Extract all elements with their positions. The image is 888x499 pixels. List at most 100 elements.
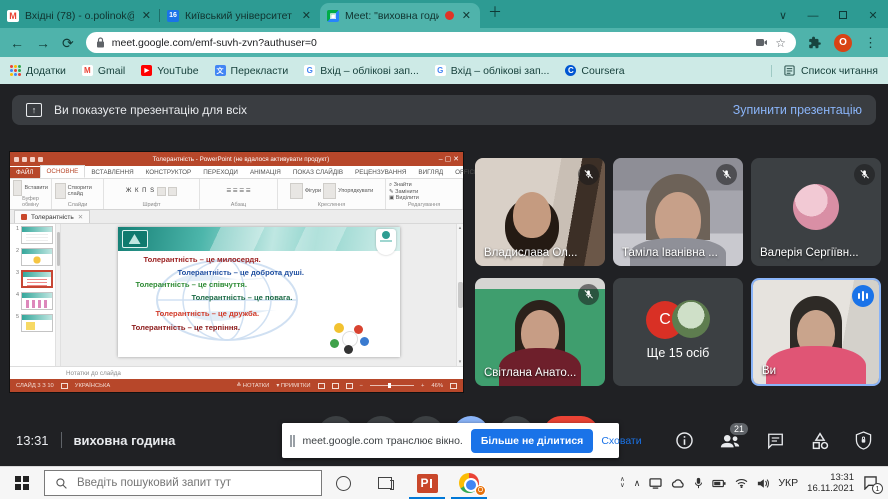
spellcheck-icon[interactable]: [61, 383, 68, 389]
bookmark-star-icon[interactable]: ☆: [775, 36, 786, 50]
microphone-icon[interactable]: [694, 477, 703, 489]
task-view-button[interactable]: [364, 467, 406, 499]
camera-in-use-icon[interactable]: [756, 38, 768, 47]
slide-thumbnail[interactable]: [21, 314, 53, 332]
participant-tile[interactable]: Таміла Іванівна ...: [613, 158, 743, 266]
browser-menu-icon[interactable]: ⋮: [864, 35, 878, 51]
ppt-tab-slideshow[interactable]: ПОКАЗ СЛАЙДІВ: [287, 167, 349, 178]
paste-label[interactable]: Вставити: [24, 185, 48, 191]
ppt-tab-design[interactable]: КОНСТРУКТОР: [140, 167, 198, 178]
reload-button[interactable]: ⟳: [62, 36, 74, 50]
select-button[interactable]: ▣ Виділити: [389, 195, 419, 201]
comments-toggle[interactable]: ▾ ПРИМІТКИ: [276, 383, 310, 389]
thumbnail-row[interactable]: 3: [12, 270, 53, 288]
align-icons[interactable]: ☰ ☰ ☰ ☰: [226, 188, 250, 194]
ppt-tab-insert[interactable]: ВСТАВЛЕННЯ: [85, 167, 139, 178]
tray-expand-icon[interactable]: ∧: [634, 478, 641, 489]
shapes-icon[interactable]: [290, 183, 303, 199]
new-slide-icon[interactable]: [55, 183, 66, 199]
sorter-view-icon[interactable]: [332, 383, 339, 389]
extensions-puzzle-icon[interactable]: [808, 36, 822, 50]
taskbar-chrome[interactable]: O: [448, 467, 490, 499]
tray-scroll-arrows[interactable]: ∧∨: [620, 477, 625, 490]
scroll-down-icon[interactable]: ▾: [459, 359, 462, 365]
tray-clock[interactable]: 13:31 16.11.2021: [807, 472, 854, 495]
paste-icon[interactable]: [13, 180, 22, 196]
ppt-tab-review[interactable]: РЕЦЕНЗУВАННЯ: [349, 167, 412, 178]
slide-thumbnail-selected[interactable]: [21, 270, 53, 288]
window-maximize-button[interactable]: [828, 10, 858, 22]
battery-icon[interactable]: [712, 479, 726, 488]
cast-icon[interactable]: [649, 478, 662, 489]
cortana-button[interactable]: [322, 467, 364, 499]
document-tab[interactable]: Толерантність✕: [14, 210, 90, 223]
font-color-icon[interactable]: [157, 187, 166, 196]
bookmark-youtube[interactable]: ▶YouTube: [141, 65, 198, 77]
wifi-icon[interactable]: [735, 478, 748, 488]
fit-slide-icon[interactable]: [450, 383, 457, 389]
activities-button[interactable]: [810, 432, 830, 450]
meeting-details-button[interactable]: [675, 431, 694, 450]
address-bar[interactable]: meet.google.com/emf-suvh-zvn?authuser=0 …: [86, 32, 796, 53]
find-button[interactable]: ⌕ Знайти: [389, 182, 412, 189]
current-slide[interactable]: Толерантність – це милосердя. Толерантні…: [118, 227, 400, 357]
tab-university-calendar[interactable]: 16 Київський університет імені Бор ✕: [160, 3, 320, 28]
back-button[interactable]: ←: [10, 36, 24, 50]
language-indicator[interactable]: УКРАЇНСЬКА: [75, 383, 110, 389]
action-center-button[interactable]: 1: [863, 476, 878, 490]
window-chevron-icon[interactable]: ∨: [768, 9, 798, 22]
thumbnail-row[interactable]: 4: [12, 292, 53, 310]
arrange-label[interactable]: Упорядкувати: [338, 188, 373, 194]
reading-list-button[interactable]: Список читання: [771, 65, 878, 77]
document-tab-close-icon[interactable]: ✕: [78, 213, 83, 221]
ppt-tab-file[interactable]: ФАЙЛ: [10, 167, 40, 178]
search-input[interactable]: [77, 477, 277, 489]
profile-avatar[interactable]: O: [834, 34, 852, 52]
self-tile[interactable]: Ви: [751, 278, 881, 386]
chat-button[interactable]: [766, 432, 785, 450]
slide-thumbnail[interactable]: [21, 248, 53, 266]
more-participants-tile[interactable]: С Ще 15 осіб: [613, 278, 743, 386]
normal-view-icon[interactable]: [318, 383, 325, 389]
slide-thumbnail-panel[interactable]: 1 2 3 4 5: [10, 224, 56, 366]
taskbar-powerpoint[interactable]: P: [406, 467, 448, 499]
tab-close-icon[interactable]: ✕: [460, 9, 473, 22]
language-indicator[interactable]: УКР: [778, 477, 798, 489]
drag-handle-icon[interactable]: [290, 435, 295, 447]
thumbnail-row[interactable]: 2: [12, 248, 53, 266]
slide-thumbnail[interactable]: [21, 226, 53, 244]
notes-toggle[interactable]: ≜ НОТАТКИ: [236, 383, 269, 389]
font-size-icon[interactable]: [168, 187, 177, 196]
bookmark-apps[interactable]: Додатки: [10, 65, 66, 77]
onedrive-cloud-icon[interactable]: [671, 479, 685, 488]
forward-button[interactable]: →: [36, 36, 50, 50]
thumbnail-row[interactable]: 1: [12, 226, 53, 244]
ppt-tab-view[interactable]: ВИГЛЯД: [412, 167, 449, 178]
ppt-quick-access-toolbar[interactable]: [14, 157, 43, 162]
bookmark-coursera[interactable]: CCoursera: [565, 65, 624, 77]
participant-tile[interactable]: Владислава Ол...: [475, 158, 605, 266]
arrange-icon[interactable]: [323, 183, 336, 199]
ppt-tab-home[interactable]: ОСНОВНЕ: [40, 165, 86, 178]
slide-vertical-scrollbar[interactable]: ▴▾: [456, 224, 463, 366]
zoom-in-icon[interactable]: +: [421, 383, 424, 389]
thumbnail-row[interactable]: 5: [12, 314, 53, 332]
participant-tile[interactable]: Світлана Анато...: [475, 278, 605, 386]
ppt-notes-pane[interactable]: Нотатки до слайда: [10, 366, 463, 379]
hide-notification-button[interactable]: Сховати: [601, 435, 641, 447]
stop-sharing-button[interactable]: Більше не ділитися: [471, 429, 593, 453]
taskbar-search[interactable]: [44, 470, 322, 496]
bookmark-gmail[interactable]: MGmail: [82, 65, 125, 77]
host-controls-button[interactable]: [855, 431, 872, 450]
new-tab-button[interactable]: ＋: [488, 2, 502, 22]
new-slide-label[interactable]: Створити слайд: [68, 185, 100, 197]
tab-meet-active[interactable]: ▣ Meet: "виховна година " ✕: [320, 3, 480, 28]
zoom-out-icon[interactable]: −: [360, 383, 363, 389]
tab-gmail[interactable]: M Вхідні (78) - o.polinok@kubg.edu ✕: [0, 3, 160, 28]
start-button[interactable]: [0, 467, 44, 499]
participant-tile[interactable]: Валерія Сергіївн...: [751, 158, 881, 266]
slide-thumbnail[interactable]: [21, 292, 53, 310]
scroll-up-icon[interactable]: ▴: [459, 225, 462, 231]
participants-button[interactable]: 21: [719, 432, 741, 450]
ppt-tab-transitions[interactable]: ПЕРЕХОДИ: [197, 167, 244, 178]
